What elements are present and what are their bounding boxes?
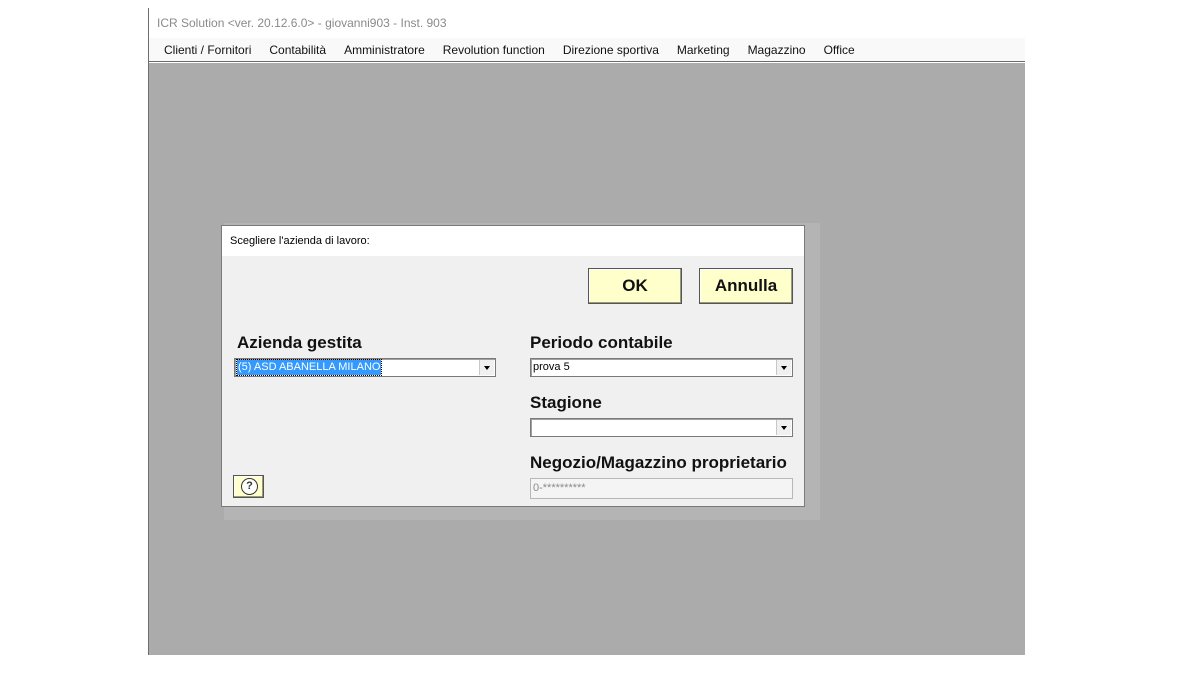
ok-button[interactable]: OK [588,268,682,304]
periodo-label: Periodo contabile [530,333,673,352]
question-circle-icon: ? [241,478,258,495]
azienda-select[interactable]: (5) ASD ABANELLA MILANO [234,358,496,377]
help-button[interactable]: ? [233,475,264,498]
cancel-button[interactable]: Annulla [699,268,793,304]
negozio-field: 0-********** [530,478,793,499]
stagione-select[interactable] [530,418,793,437]
menu-amministratore[interactable]: Amministratore [335,38,434,62]
azienda-label: Azienda gestita [237,333,362,352]
menu-office[interactable]: Office [815,38,864,62]
chevron-down-icon[interactable] [479,360,494,375]
periodo-select[interactable]: prova 5 [530,358,793,377]
app-window: ICR Solution <ver. 20.12.6.0> - giovanni… [148,8,1025,655]
stagione-label: Stagione [530,393,602,412]
chevron-down-icon[interactable] [776,420,791,435]
menu-contabilita[interactable]: Contabilità [260,38,335,62]
menu-revolution-function[interactable]: Revolution function [434,38,554,62]
menu-marketing[interactable]: Marketing [668,38,739,62]
chevron-down-icon[interactable] [776,360,791,375]
menu-magazzino[interactable]: Magazzino [739,38,815,62]
menu-clienti-fornitori[interactable]: Clienti / Fornitori [155,38,260,62]
azienda-value: (5) ASD ABANELLA MILANO [235,359,383,376]
menu-direzione-sportiva[interactable]: Direzione sportiva [554,38,668,62]
negozio-label: Negozio/Magazzino proprietario [530,453,787,472]
company-select-dialog: Scegliere l'azienda di lavoro: OK Annull… [221,225,805,507]
mdi-workspace: Scegliere l'azienda di lavoro: OK Annull… [149,63,1025,655]
dialog-title: Scegliere l'azienda di lavoro: [222,226,804,256]
menu-bar: Clienti / Fornitori Contabilità Amminist… [149,38,1025,62]
periodo-value: prova 5 [533,361,570,373]
window-title: ICR Solution <ver. 20.12.6.0> - giovanni… [149,8,1025,38]
